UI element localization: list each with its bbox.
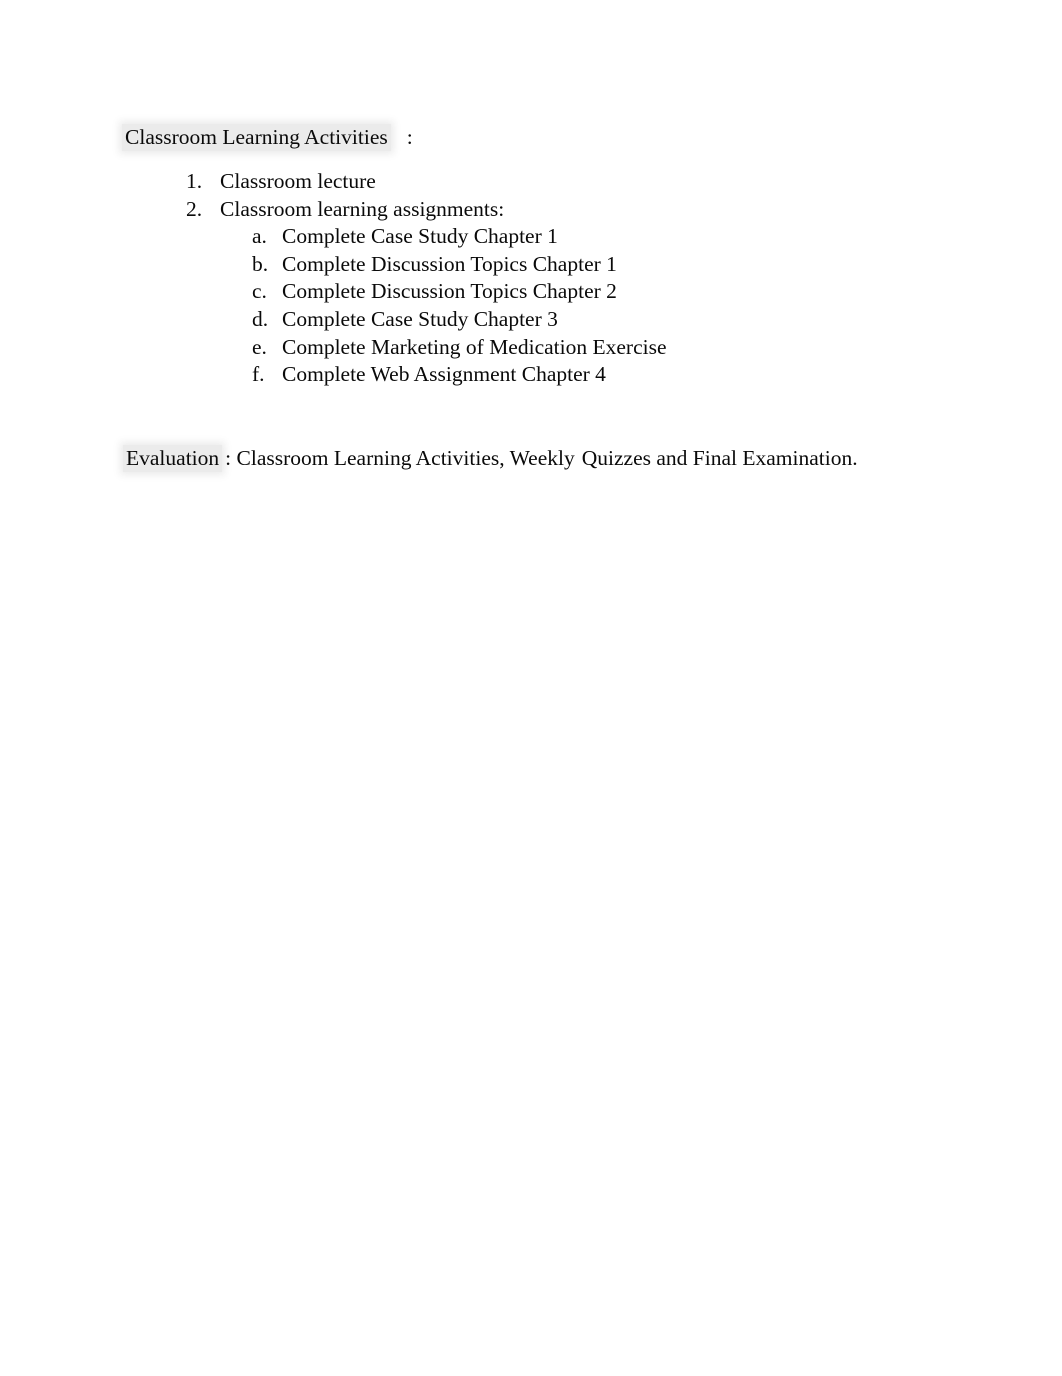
- list-item-marker: 1.: [186, 169, 203, 193]
- evaluation-label: Evaluation: [123, 445, 223, 472]
- list-item-marker: a.: [252, 224, 267, 248]
- evaluation-separator: :: [225, 446, 232, 470]
- evaluation-text-second: Quizzes and Final Examination.: [581, 446, 858, 470]
- section-heading-colon: :: [406, 125, 413, 149]
- list-item-label: Complete Discussion Topics Chapter 1: [282, 251, 617, 276]
- list-item: e. Complete Marketing of Medication Exer…: [0, 334, 1062, 362]
- section-heading: Classroom Learning Activities:: [122, 123, 413, 151]
- list-item: b. Complete Discussion Topics Chapter 1: [0, 251, 1062, 279]
- evaluation-paragraph: Evaluation: Classroom Learning Activitie…: [123, 444, 858, 472]
- list-item-marker: b.: [252, 251, 269, 276]
- list-item-marker: c.: [252, 279, 267, 304]
- list-item-marker: 2.: [186, 196, 203, 221]
- list-item-marker: d.: [252, 307, 269, 332]
- list-item-label: Complete Case Study Chapter 1: [282, 224, 558, 248]
- list-item: c. Complete Discussion Topics Chapter 2: [0, 278, 1062, 306]
- list-item-label: Complete Case Study Chapter 3: [282, 307, 558, 332]
- evaluation-text-first: Classroom Learning Activities, Weekly: [236, 446, 575, 470]
- list-item: d. Complete Case Study Chapter 3: [0, 306, 1062, 334]
- list-item: 2. Classroom learning assignments:: [0, 196, 1062, 224]
- lettered-sublist: a. Complete Case Study Chapter 1 b. Comp…: [0, 223, 1062, 389]
- section-heading-label: Classroom Learning Activities: [122, 124, 391, 151]
- list-item-label: Classroom lecture: [220, 169, 376, 193]
- document-page: Classroom Learning Activities: 1. Classr…: [0, 0, 1062, 1376]
- list-item-marker: e.: [252, 334, 267, 359]
- numbered-list: 1. Classroom lecture 2. Classroom learni…: [0, 168, 1062, 223]
- list-item: a. Complete Case Study Chapter 1: [0, 223, 1062, 251]
- list-item-marker: f.: [252, 362, 265, 387]
- list-item: 1. Classroom lecture: [0, 168, 1062, 196]
- list-item: f. Complete Web Assignment Chapter 4: [0, 361, 1062, 389]
- list-item-label: Complete Web Assignment Chapter 4: [282, 362, 606, 387]
- list-item-label: Complete Marketing of Medication Exercis…: [282, 334, 667, 359]
- list-item-label: Complete Discussion Topics Chapter 2: [282, 279, 617, 304]
- list-item-label: Classroom learning assignments:: [220, 196, 505, 221]
